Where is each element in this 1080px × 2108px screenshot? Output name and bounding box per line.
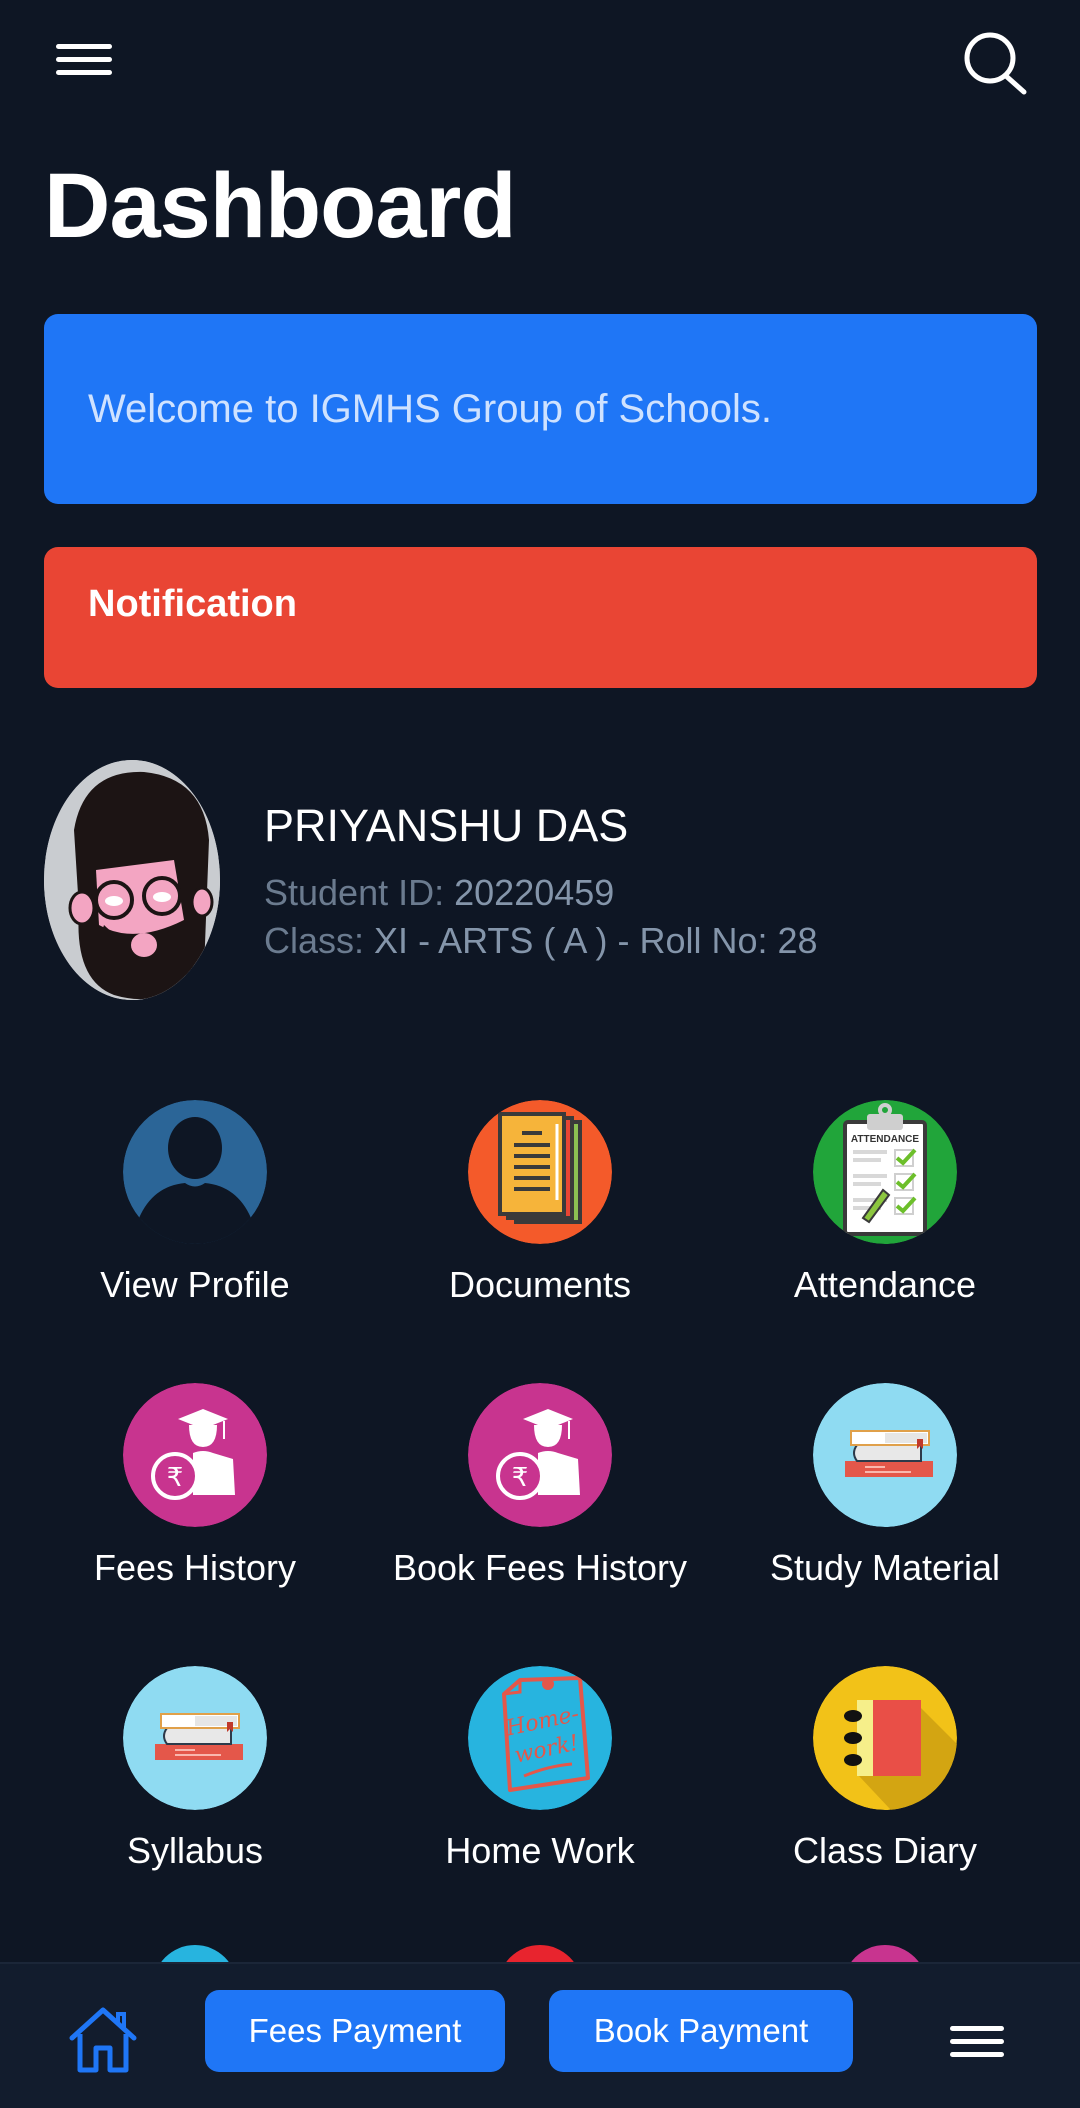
home-icon[interactable] [66,2004,140,2078]
menu-line [950,2026,1004,2031]
top-app-bar [0,0,1080,130]
tile-label: Study Material [769,1547,1001,1588]
menu-line [950,2039,1004,2044]
tile-book-fees-history[interactable]: ₹ Book Fees History [367,1383,713,1613]
tile-study-material[interactable]: Study Material [712,1383,1058,1613]
tile-syllabus[interactable]: Syllabus [22,1666,368,1896]
homework-note-icon: Home- work! [468,1666,612,1810]
student-class-value: XI - ARTS ( A ) - Roll No: 28 [374,920,818,961]
tile-documents[interactable]: Documents [367,1100,713,1330]
notification-title: Notification [88,583,297,625]
attendance-clipboard-icon: ATTENDANCE [813,1100,957,1244]
menu-line [56,70,112,75]
tile-class-diary[interactable]: Class Diary [712,1666,1058,1896]
tile-label: Fees History [93,1547,297,1588]
page-title: Dashboard [44,155,517,257]
student-info: PRIYANSHU DAS Student ID: 20220459 Class… [44,760,1034,1000]
welcome-banner: Welcome to IGMHS Group of Schools. [44,314,1037,504]
avatar[interactable] [44,760,220,1000]
tile-label: Documents [448,1264,632,1305]
menu-line [56,57,112,62]
tile-label: Syllabus [126,1830,264,1871]
books-stack-icon [813,1383,957,1527]
search-icon[interactable] [962,28,1032,98]
fees-graduate-rupee-icon: ₹ [468,1383,612,1527]
tile-label: Home Work [445,1830,635,1871]
tile-label: Class Diary [792,1830,978,1871]
tile-label: Attendance [793,1264,977,1305]
user-profile-icon [123,1100,267,1244]
documents-icon [468,1100,612,1244]
svg-text:ATTENDANCE: ATTENDANCE [851,1134,919,1145]
tile-attendance[interactable]: ATTENDANCE Attendance [712,1100,1058,1330]
fees-payment-button[interactable]: Fees Payment [205,1990,505,2072]
tile-label: Book Fees History [392,1547,688,1588]
books-stack-icon [123,1666,267,1810]
menu-line [950,2052,1004,2057]
student-class-label: Class: [264,920,365,961]
hamburger-menu-icon[interactable] [950,2024,1006,2064]
student-id-label: Student ID: [264,872,445,913]
svg-text:₹: ₹ [512,1463,529,1493]
menu-line [56,44,112,49]
hamburger-menu-icon[interactable] [56,40,114,84]
student-id: Student ID: 20220459 [264,872,614,914]
diary-notebook-icon [813,1666,957,1810]
bottom-navigation-bar: Fees Payment Book Payment [0,1962,1080,2108]
tile-view-profile[interactable]: View Profile [22,1100,368,1330]
svg-text:₹: ₹ [167,1463,184,1493]
student-id-value: 20220459 [454,872,615,913]
notification-card[interactable]: Notification [44,547,1037,688]
book-payment-button[interactable]: Book Payment [549,1990,853,2072]
tile-fees-history[interactable]: ₹ Fees History [22,1383,368,1613]
tile-label: View Profile [100,1264,290,1305]
student-name: PRIYANSHU DAS [264,800,629,851]
tile-home-work[interactable]: Home- work! Home Work [367,1666,713,1896]
fees-graduate-rupee-icon: ₹ [123,1383,267,1527]
welcome-text: Welcome to IGMHS Group of Schools. [88,386,772,431]
student-class: Class: XI - ARTS ( A ) - Roll No: 28 [264,920,818,962]
